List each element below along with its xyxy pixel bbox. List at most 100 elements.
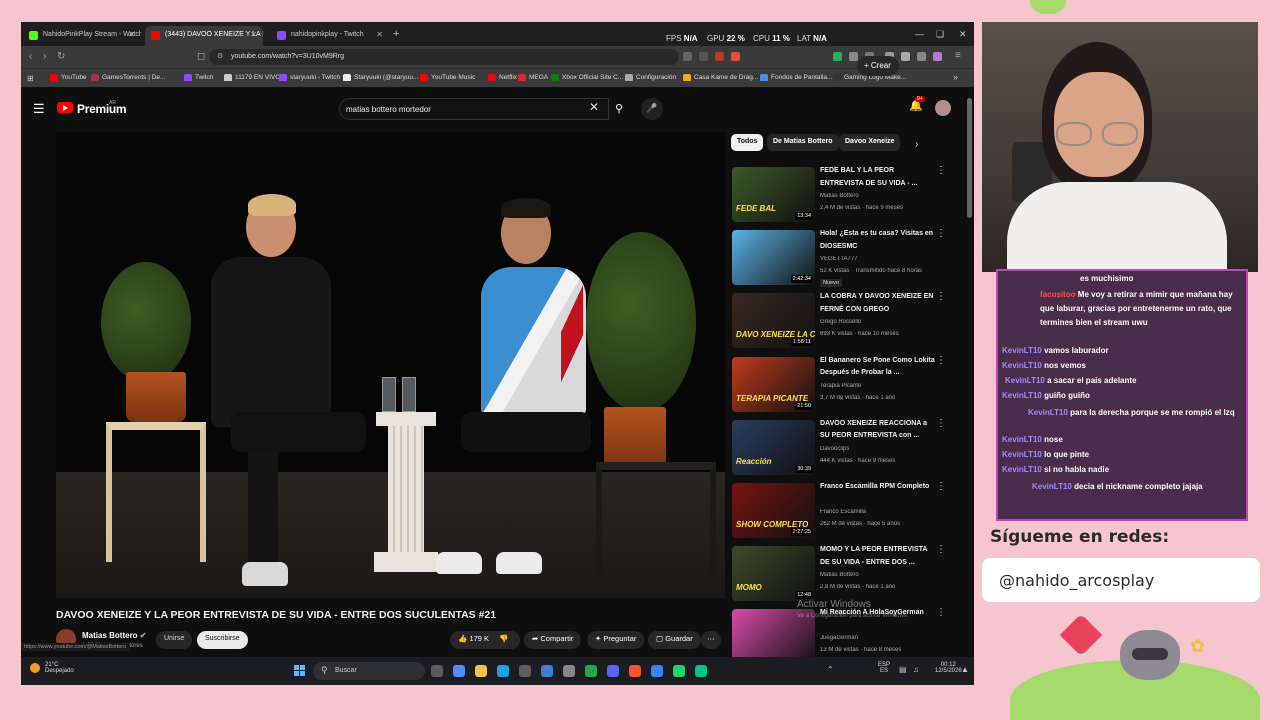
sidebar-icon[interactable] [901,52,910,61]
more-options-icon[interactable]: ⋮ [936,544,946,555]
clear-search-icon[interactable]: ✕ [589,100,599,114]
share-button[interactable]: ➦ Compartir [524,631,582,649]
recommended-video-title[interactable]: LA COBRA Y DAVOO XENEIZE EN FERNÉ CON GR… [820,291,938,316]
bookmark-item[interactable]: Staryuuki (@staryuu... [343,74,418,81]
youtube-logo-icon[interactable] [57,102,73,113]
recommended-video[interactable]: FEDE BAL 13:34 FEDE BAL Y LA PEOR ENTREVIS… [732,165,962,227]
new-tab-button[interactable]: + [393,28,399,40]
ask-button[interactable]: ✦ Preguntar [587,631,645,649]
file-explorer-icon[interactable] [475,665,487,677]
more-options-icon[interactable]: ⋮ [936,291,946,302]
bookmark-item[interactable]: YouTube Music [420,74,475,81]
recommended-channel[interactable]: Matias Bottero [820,572,859,578]
task-view-icon[interactable] [431,665,443,677]
notifications-icon[interactable]: ▲ [961,665,969,674]
account-avatar[interactable] [935,100,951,116]
cast-icon[interactable] [683,52,692,61]
extension-icon[interactable] [715,52,724,61]
browser-tab[interactable]: (3443) DAVOO XENEIZE Y LA PE ✕ [145,26,263,46]
recommended-channel[interactable]: JuegaGerman [820,635,858,641]
chat-username[interactable]: KevinLT10 [1002,361,1042,370]
chat-username[interactable]: KevinLT10 [1002,435,1042,444]
video-thumbnail[interactable]: FEDE BAL 13:34 [732,167,815,222]
bookmark-icon[interactable]: ◻ [197,51,205,62]
extension-icon[interactable] [849,52,858,61]
filter-chip[interactable]: Todos [731,134,764,151]
video-thumbnail[interactable]: SHOW COMPLETO 2:27:25 [732,483,815,538]
chat-username[interactable]: KevinLT10 [1032,482,1072,491]
chat-username[interactable]: KevinLT10 [1028,408,1068,417]
recommended-channel[interactable]: Franco Escamilla [820,509,866,515]
subscribe-button[interactable]: Suscribirse [197,631,248,649]
chat-username[interactable]: KevinLT10 [1005,376,1045,385]
tray-overflow-icon[interactable]: ⌃ [827,665,834,674]
app-icon[interactable] [651,665,663,677]
create-button[interactable]: + Crear [857,56,899,76]
wallet-icon[interactable] [917,52,926,61]
chat-username[interactable]: facusitoo [1040,290,1076,299]
video-thumbnail[interactable]: 2:42:34 [732,230,815,286]
video-thumbnail[interactable]: TERAPIA PICANTE 21:50 [732,356,815,412]
app-icon[interactable] [541,665,553,677]
bookmark-item[interactable]: Netflix [488,74,517,81]
close-tab-icon[interactable]: ✕ [250,30,257,39]
join-button[interactable]: Unirse [156,631,193,649]
recommended-channel[interactable]: VEGETTA777 [820,256,858,262]
recommended-video-title[interactable]: Franco Escamilla RPM Completo [820,481,938,494]
chat-username[interactable]: KevinLT10 [1002,465,1042,474]
recommended-video[interactable]: DAVO XENEIZE LA COBRA1:58:11LA COBRA Y D… [732,291,962,353]
apps-grid-icon[interactable]: ⊞ [27,74,34,83]
weather-sun-icon[interactable] [30,663,40,673]
chat-username[interactable]: KevinLT10 [1002,450,1042,459]
site-info-icon[interactable]: ⚙ [217,52,223,60]
chat-username[interactable]: KevinLT10 [1002,391,1042,400]
more-options-icon[interactable]: ⋮ [936,228,946,239]
chat-username[interactable]: KevinLT10 [1002,346,1042,355]
edge-icon[interactable] [497,665,509,677]
extension-icon[interactable] [731,52,740,61]
bookmark-item[interactable]: GamesTorrents | De... [91,74,165,81]
app-icon[interactable] [563,665,575,677]
like-button[interactable]: 👍 179 K 👎 [450,631,520,649]
extension-icon[interactable] [833,52,842,61]
minimize-button[interactable]: — [915,29,924,39]
recommended-channel[interactable]: Grego Rossello [820,319,861,325]
recommended-video[interactable]: TERAPIA PICANTE 21:50 El Bananero Se Pone … [732,355,962,417]
recommended-channel[interactable]: Matias Bottero [820,193,859,199]
taskbar-search[interactable]: ⚲ Buscar [313,662,425,680]
volume-icon[interactable]: ♫ [913,665,919,674]
recommended-video[interactable]: Reacción 30:39 DAVOO XENEIZE REACCIONA a S… [732,418,962,480]
recommended-video[interactable]: MOMO 12:48 MOMO Y LA PEOR ENTREVISTA DE SU… [732,544,962,606]
bookmark-item[interactable]: YouTube [50,74,87,81]
bookmark-item[interactable]: Casa Kame de Drag... [683,74,758,81]
recommended-video-title[interactable]: FEDE BAL Y LA PEOR ENTREVISTA DE SU VIDA… [820,165,938,190]
browser-tab[interactable]: NahidoPinkPlay Stream - Watch ✕ [23,26,141,46]
app-icon[interactable] [695,665,707,677]
bookmark-item[interactable]: Fondos de Pantalla... [760,74,832,81]
network-icon[interactable]: ▤ [899,665,907,674]
more-actions-icon[interactable]: ⋯ [701,631,721,649]
filter-chip[interactable]: De Matias Bottero [767,134,839,151]
channel-name[interactable]: Matias Bottero ✔ [82,631,147,640]
recommended-channel[interactable]: Terapia Picante [820,383,861,389]
more-options-icon[interactable]: ⋮ [936,165,946,176]
back-icon[interactable]: ‹ [29,51,32,62]
voice-search-icon[interactable]: 🎤 [641,98,663,120]
save-button[interactable]: ▢ Guardar [648,631,701,649]
video-thumbnail[interactable]: Reacción 30:39 [732,419,815,475]
bookmark-item[interactable]: Configuración [625,74,676,81]
more-options-icon[interactable]: ⋮ [936,418,946,429]
video-thumbnail[interactable]: MOMO 12:48 [732,546,815,602]
search-input[interactable]: matias bottero mortedor [339,98,609,120]
bookmark-item[interactable]: Twitch [184,74,213,81]
whatsapp-icon[interactable] [673,665,685,677]
search-button[interactable]: ⚲ [609,98,629,120]
windows-start-icon[interactable] [294,665,306,677]
weather-widget[interactable]: 21°C Despejado [45,662,74,674]
recommended-video-title[interactable]: Hola! ¿Esta es tu casa? Visitas en DIOSE… [820,228,938,253]
recommended-video-title[interactable]: DAVOO XENEIZE REACCIONA a SU PEOR ENTREV… [820,418,938,443]
recommended-video[interactable]: 2:42:34 Hola! ¿Esta es tu casa? Visitas e… [732,228,962,290]
xbox-icon[interactable] [585,665,597,677]
close-window-button[interactable]: ✕ [959,29,967,40]
store-icon[interactable] [519,665,531,677]
